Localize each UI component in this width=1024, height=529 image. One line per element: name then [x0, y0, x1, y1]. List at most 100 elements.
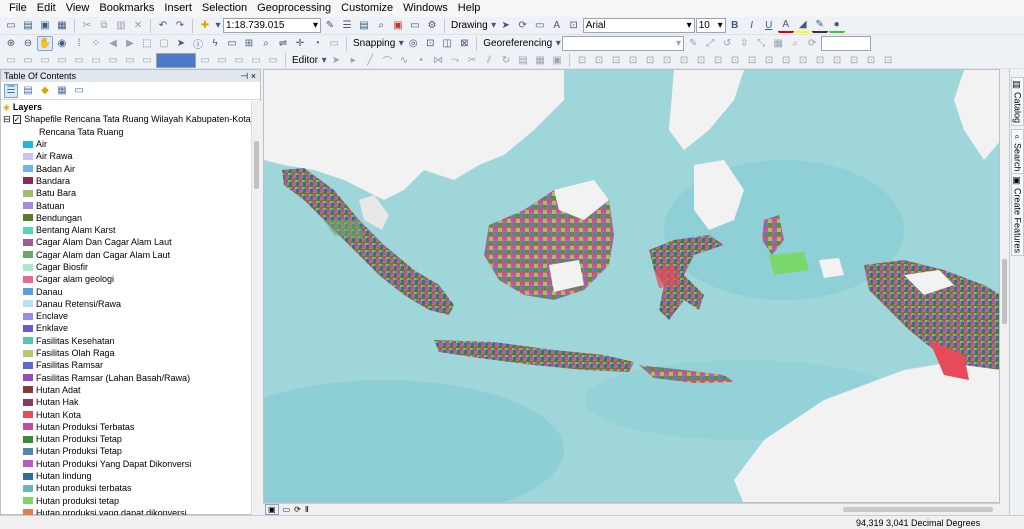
legend-item[interactable]: Hutan Produksi Yang Dapat Dikonversi: [1, 458, 251, 470]
menu-selection[interactable]: Selection: [197, 0, 252, 17]
copy-icon[interactable]: ⧉: [96, 18, 112, 33]
split-icon[interactable]: ⫽: [481, 53, 497, 68]
legend-item[interactable]: Hutan produksi tetap: [1, 495, 251, 507]
legend-swatch[interactable]: [23, 300, 33, 308]
toolbar-button[interactable]: ⊡: [727, 53, 743, 68]
toolbar-button[interactable]: ▭: [214, 53, 230, 68]
legend-item[interactable]: Cagar Alam Dan Cagar Alam Laut: [1, 236, 251, 248]
toolbar-button[interactable]: ⊡: [761, 53, 777, 68]
html-popup-icon[interactable]: ▭: [224, 36, 240, 51]
legend-item[interactable]: Bendungan: [1, 212, 251, 224]
zoom-in-icon[interactable]: ⊕: [3, 36, 19, 51]
italic-button[interactable]: I: [744, 18, 760, 33]
legend-item[interactable]: Cagar Alam dan Cagar Alam Laut: [1, 249, 251, 261]
menu-help[interactable]: Help: [453, 0, 486, 17]
cut-polygons-icon[interactable]: ✂: [464, 53, 480, 68]
select-features-icon[interactable]: ⬚: [139, 36, 155, 51]
legend-swatch[interactable]: [23, 398, 33, 406]
find-route-icon[interactable]: ⇌: [275, 36, 291, 51]
menu-file[interactable]: File: [4, 0, 32, 17]
end-snapping-icon[interactable]: ⊡: [422, 36, 438, 51]
legend-swatch[interactable]: [23, 349, 33, 357]
view-link-table-icon[interactable]: ▦: [770, 36, 786, 51]
toc-pin-close[interactable]: ⊣ ×: [240, 70, 260, 82]
edit-annotation-icon[interactable]: ▸: [345, 53, 361, 68]
legend-item[interactable]: Hutan Produksi Terbatas: [1, 421, 251, 433]
python-window-icon[interactable]: ▭: [407, 18, 423, 33]
legend-item[interactable]: Hutan Adat: [1, 384, 251, 396]
bold-button[interactable]: B: [727, 18, 743, 33]
map-scrollbar-thumb[interactable]: [1002, 259, 1007, 324]
fixed-zoom-out-icon[interactable]: ⁘: [88, 36, 104, 51]
go-to-xy-icon[interactable]: ✛: [292, 36, 308, 51]
redo-icon[interactable]: ↷: [172, 18, 188, 33]
toolbar-button[interactable]: ⊡: [574, 53, 590, 68]
menu-view[interactable]: View: [61, 0, 95, 17]
search-tab[interactable]: ⌕ Search: [1011, 129, 1024, 175]
legend-item[interactable]: Danau Retensi/Rawa: [1, 298, 251, 310]
list-by-drawing-order-icon[interactable]: ☰: [4, 83, 18, 98]
edit-vertices-icon[interactable]: ⋈: [430, 53, 446, 68]
legend-item[interactable]: Enklave: [1, 322, 251, 334]
toolbar-button[interactable]: ⊡: [676, 53, 692, 68]
full-extent-icon[interactable]: ◉: [54, 36, 70, 51]
legend-swatch[interactable]: [23, 165, 33, 173]
edit-vertices-icon[interactable]: ⊡: [566, 18, 582, 33]
toolbar-button[interactable]: ⊡: [778, 53, 794, 68]
vertex-snapping-icon[interactable]: ◫: [439, 36, 455, 51]
legend-swatch[interactable]: [23, 177, 33, 185]
font-color-button[interactable]: A: [777, 18, 794, 33]
map-horizontal-scrollbar-thumb[interactable]: [843, 507, 993, 512]
legend-swatch[interactable]: [23, 361, 33, 369]
legend-swatch[interactable]: [23, 497, 33, 505]
georeferencing-menu[interactable]: Georeferencing: [481, 38, 554, 49]
toolbar-button[interactable]: ▭: [197, 53, 213, 68]
legend-swatch[interactable]: [23, 312, 33, 320]
shape-icon[interactable]: ▭: [532, 18, 548, 33]
layer-filter-combobox[interactable]: [821, 36, 872, 51]
editor-menu[interactable]: Editor: [290, 55, 320, 66]
refresh-icon[interactable]: ⟳: [804, 36, 820, 51]
legend-swatch[interactable]: [23, 472, 33, 480]
edit-tool-icon[interactable]: ➤: [328, 53, 344, 68]
catalog-tab[interactable]: ▤ Catalog: [1011, 77, 1024, 127]
legend-item[interactable]: Enclave: [1, 310, 251, 322]
toolbar-button[interactable]: ⊡: [710, 53, 726, 68]
fixed-zoom-in-icon[interactable]: ⁞: [71, 36, 87, 51]
legend-swatch[interactable]: [23, 202, 33, 210]
list-by-visibility-icon[interactable]: ◆: [38, 84, 52, 98]
hyperlink-icon[interactable]: ϟ: [207, 36, 223, 51]
search-window-icon[interactable]: ⌕: [373, 18, 389, 33]
create-features-tab[interactable]: ▣ Create Features: [1011, 173, 1024, 257]
toolbar-button[interactable]: ⊡: [829, 53, 845, 68]
back-icon[interactable]: ◀: [105, 36, 121, 51]
chevron-down-icon[interactable]: ▾: [321, 53, 327, 68]
legend-swatch[interactable]: [23, 484, 33, 492]
rotate-raster-icon[interactable]: ↺: [719, 36, 735, 51]
print-icon[interactable]: ▦: [54, 18, 70, 33]
straight-segment-icon[interactable]: ╱: [362, 53, 378, 68]
legend-item[interactable]: Hutan produksi terbatas: [1, 482, 251, 494]
layer-row[interactable]: ⊟ ✓ Shapefile Rencana Tata Ruang Wilayah…: [1, 113, 251, 125]
refresh-icon[interactable]: ⟳: [294, 505, 301, 514]
attributes-icon[interactable]: ▤: [515, 53, 531, 68]
chevron-down-icon[interactable]: ▾: [555, 36, 561, 51]
legend-item[interactable]: Hutan Hak: [1, 396, 251, 408]
legend-item[interactable]: Batuan: [1, 199, 251, 211]
snapping-menu[interactable]: Snapping: [351, 38, 397, 49]
list-by-source-icon[interactable]: ▤: [21, 84, 35, 98]
toolbar-button[interactable]: ▭: [71, 53, 87, 68]
options-icon[interactable]: ▭: [72, 84, 86, 98]
sketch-properties-icon[interactable]: ▦: [532, 53, 548, 68]
add-control-points-icon[interactable]: ✎: [685, 36, 701, 51]
color-combobox[interactable]: [156, 52, 196, 68]
toolbar-button[interactable]: ▭: [20, 53, 36, 68]
toolbar-button[interactable]: ⊡: [880, 53, 896, 68]
chevron-down-icon[interactable]: ▾: [491, 18, 497, 33]
collapse-icon[interactable]: ⊟: [3, 114, 11, 125]
data-view-icon[interactable]: ▣: [265, 504, 279, 515]
map-vertical-scrollbar[interactable]: [1000, 69, 1009, 503]
toolbar-button[interactable]: ⊡: [744, 53, 760, 68]
legend-swatch[interactable]: [23, 337, 33, 345]
menu-windows[interactable]: Windows: [398, 0, 453, 17]
